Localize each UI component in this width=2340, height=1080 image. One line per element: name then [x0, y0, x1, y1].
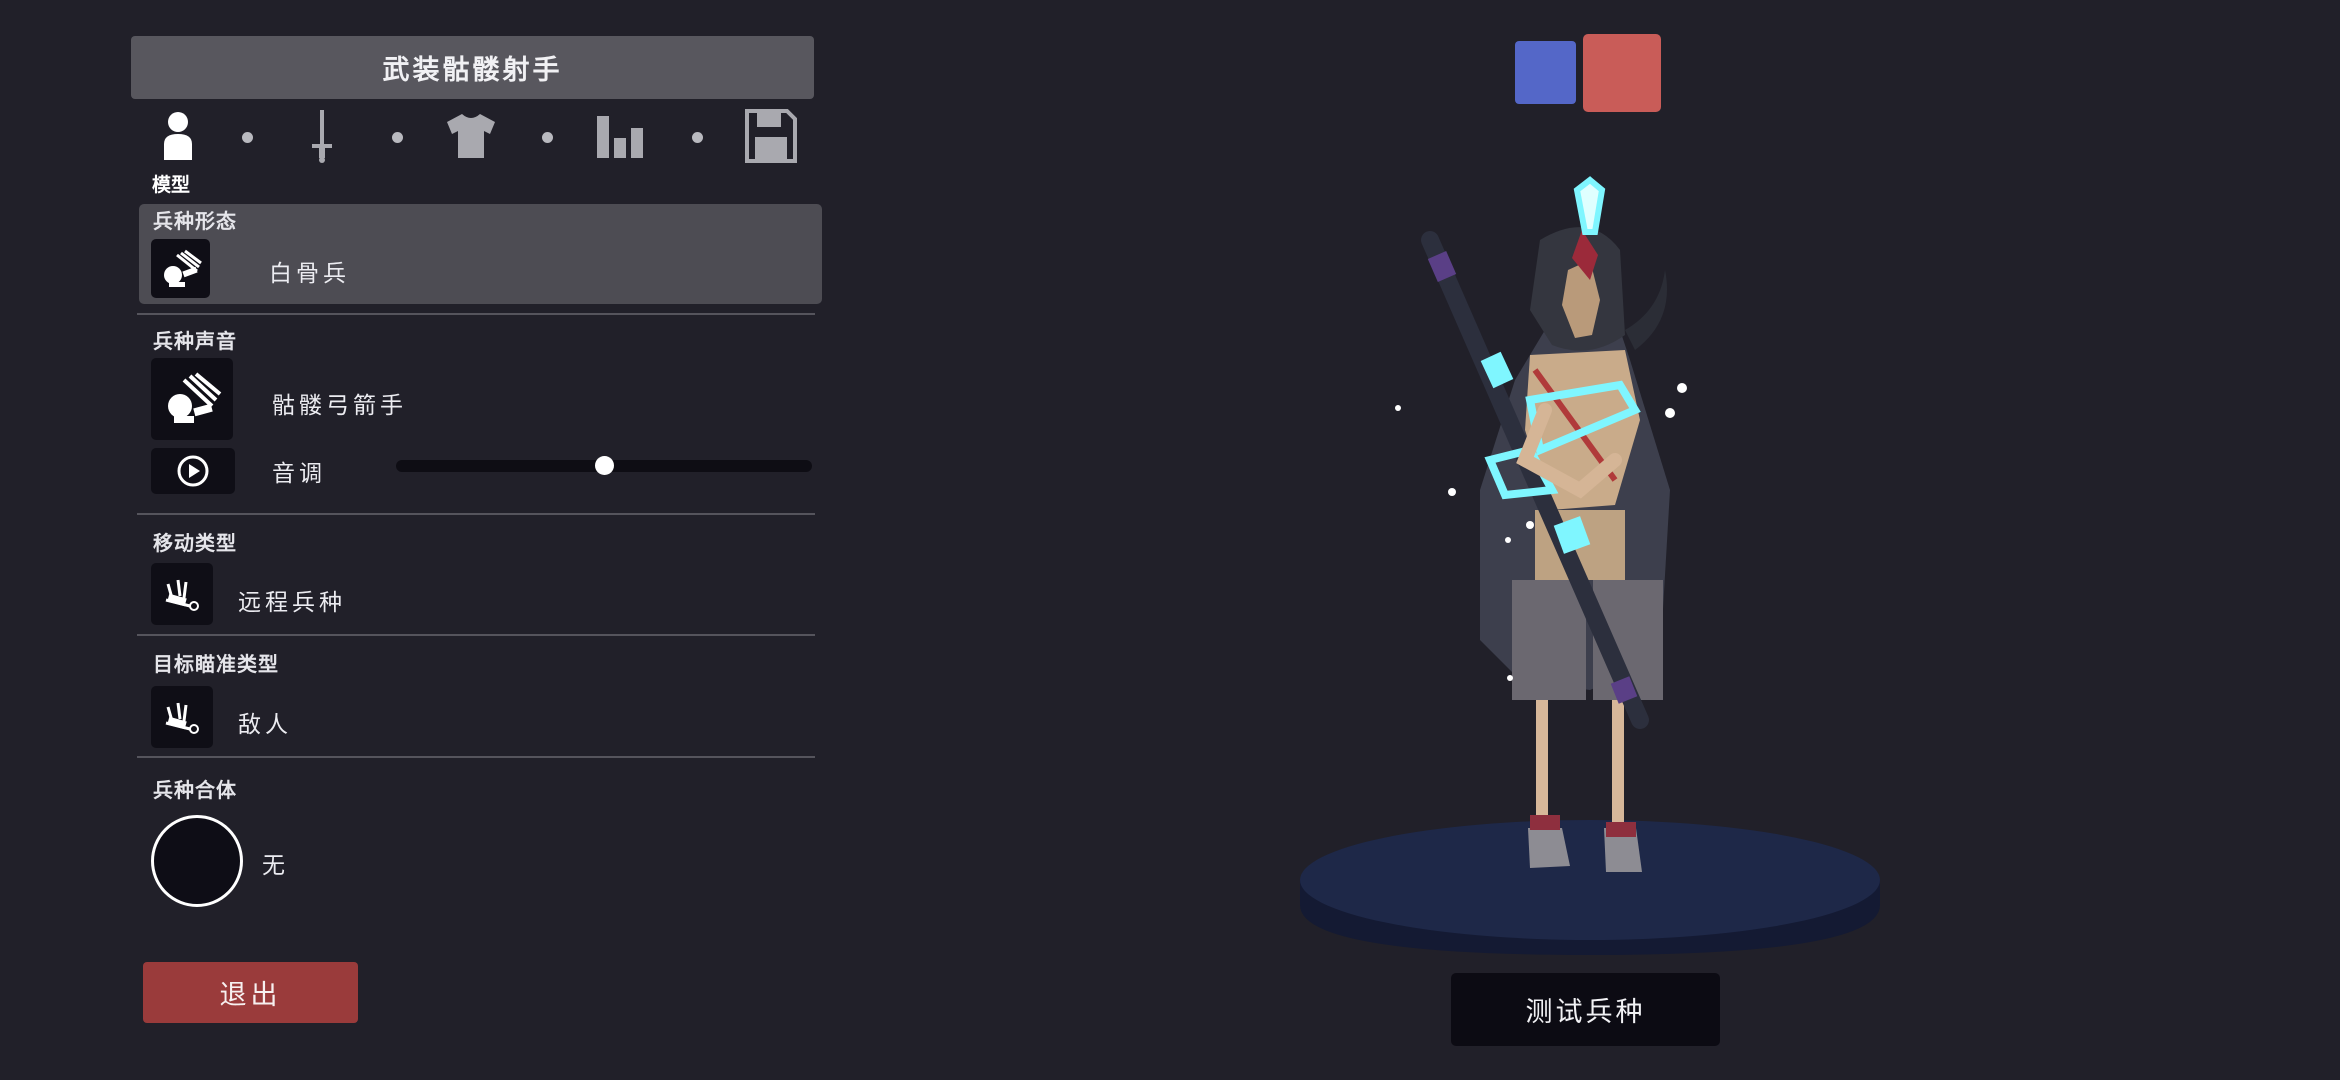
sword-icon [312, 110, 332, 163]
section-divider [137, 313, 815, 315]
tab-model-label: 模型 [152, 174, 191, 196]
movement-type-title: 移动类型 [153, 531, 237, 555]
ranged-unit-icon [165, 579, 199, 611]
tab-clothing[interactable] [443, 108, 499, 164]
section-divider [137, 513, 815, 515]
targeting-type-title: 目标瞄准类型 [153, 652, 279, 676]
team-blue-swatch[interactable] [1515, 41, 1576, 104]
tab-separator-dot [692, 132, 703, 143]
unit-voice-icon-box[interactable] [151, 358, 233, 440]
pitch-label: 音调 [272, 461, 326, 487]
shirt-icon [447, 114, 495, 158]
display-pedestal [1300, 820, 1880, 955]
tab-model[interactable] [150, 108, 206, 164]
unit-combine-value: 无 [262, 853, 289, 879]
head-crystal [1573, 176, 1606, 235]
section-divider [137, 756, 815, 758]
unit-form-row[interactable] [139, 204, 822, 304]
pitch-slider-thumb[interactable] [594, 456, 614, 475]
tab-save[interactable] [743, 108, 799, 164]
test-unit-button[interactable]: 测试兵种 [1451, 973, 1720, 1046]
unit-form-title: 兵种形态 [153, 209, 237, 233]
stats-bars-icon [597, 116, 643, 158]
unit-head [1530, 227, 1667, 351]
unit-preview-viewport[interactable] [1290, 160, 1890, 970]
pitch-slider[interactable] [396, 456, 812, 475]
tab-weapons[interactable] [294, 108, 350, 164]
movement-type-value: 远程兵种 [238, 590, 346, 616]
target-enemy-icon [165, 702, 199, 734]
exit-button[interactable]: 退出 [143, 962, 358, 1023]
unit-form-value: 白骨兵 [269, 261, 350, 287]
play-voice-button[interactable] [151, 448, 235, 494]
editor-tab-bar [150, 108, 810, 168]
targeting-type-value: 敌人 [238, 712, 292, 738]
play-icon [177, 455, 209, 487]
tab-separator-dot [392, 132, 403, 143]
section-divider [137, 634, 815, 636]
tab-separator-dot [242, 132, 253, 143]
unit-combine-slot[interactable] [151, 815, 243, 907]
save-disk-icon [745, 109, 797, 163]
skeleton-unit-icon [163, 249, 202, 287]
unit-form-icon-box[interactable] [151, 239, 210, 298]
unit-name-title[interactable]: 武装骷髅射手 [131, 36, 814, 99]
unit-voice-title: 兵种声音 [153, 329, 237, 353]
unit-voice-value: 骷髅弓箭手 [272, 393, 407, 419]
tab-separator-dot [542, 132, 553, 143]
movement-type-icon-box[interactable] [151, 563, 213, 625]
unit-combine-title: 兵种合体 [153, 778, 237, 802]
tab-stats[interactable] [593, 108, 649, 164]
team-red-swatch[interactable] [1583, 34, 1661, 112]
person-icon [164, 112, 192, 160]
targeting-type-icon-box[interactable] [151, 686, 213, 748]
skeleton-archer-icon [168, 372, 222, 423]
